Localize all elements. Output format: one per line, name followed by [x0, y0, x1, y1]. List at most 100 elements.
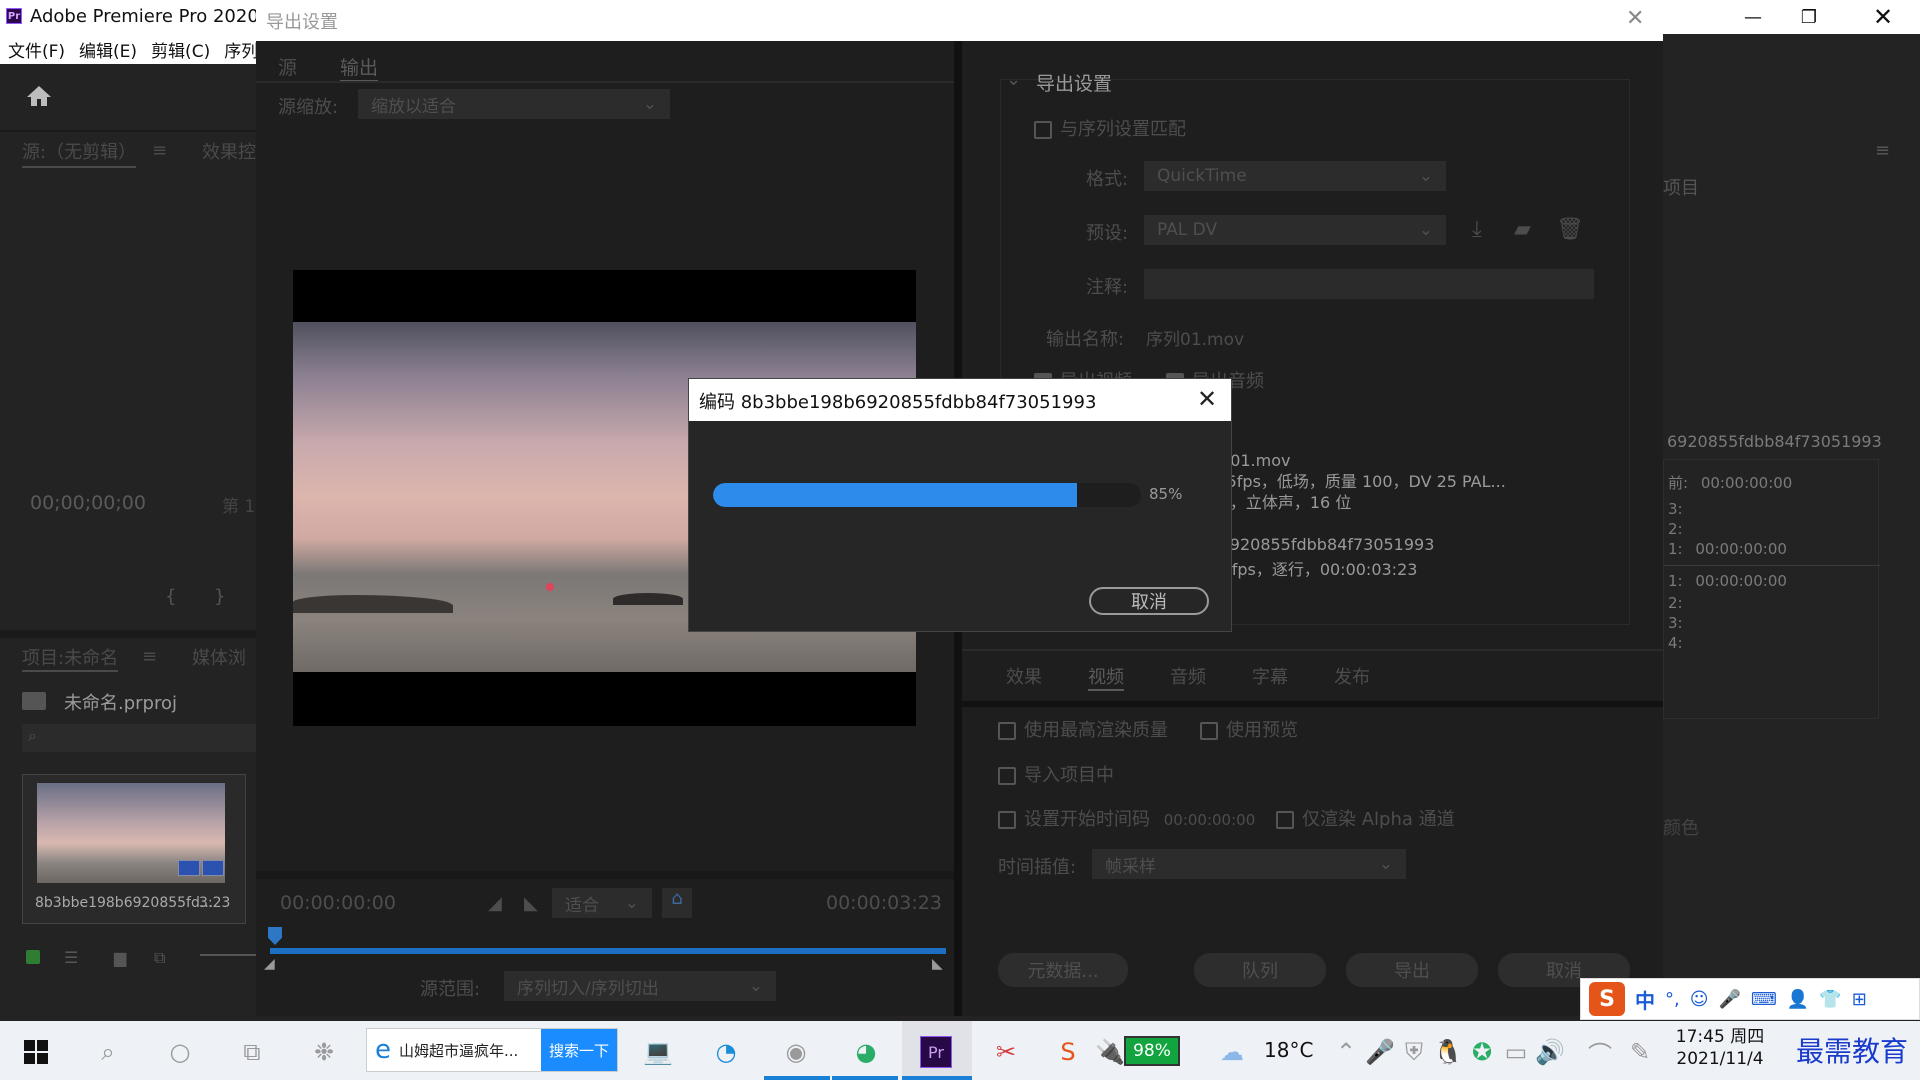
ime-language-toggle[interactable]: 中: [1635, 985, 1655, 1014]
tab-effect-controls[interactable]: 效果控: [202, 138, 256, 164]
timeline-bar[interactable]: [270, 948, 946, 954]
tab-export-output[interactable]: 输出: [340, 53, 379, 82]
tab-video[interactable]: 视频: [1088, 663, 1124, 691]
panel-menu-icon[interactable]: ≡: [152, 140, 167, 161]
out-point-marker[interactable]: ◣: [932, 956, 943, 972]
lock-icon[interactable]: [26, 950, 40, 964]
encoding-cancel-button[interactable]: 取消: [1089, 587, 1209, 615]
sogou-icon[interactable]: S: [1052, 1036, 1084, 1068]
import-project-checkbox[interactable]: 导入项目中: [998, 761, 1114, 787]
icon-view-icon[interactable]: ▆: [114, 948, 126, 967]
step-back-icon[interactable]: ◢: [488, 893, 502, 914]
clock[interactable]: 17:45 周四 2021/11/4: [1670, 1026, 1770, 1070]
menu-clip[interactable]: 剪辑(C): [151, 37, 210, 62]
grid-icon[interactable]: ⊞: [1852, 989, 1867, 1010]
encoding-titlebar: 编码 8b3bbe198b6920855fdbb84f73051993 ✕: [689, 379, 1231, 421]
project-menu-icon[interactable]: ≡: [142, 646, 157, 667]
laptop-icon[interactable]: 💻: [642, 1036, 674, 1068]
emoji-icon[interactable]: ☺: [1690, 989, 1709, 1010]
zoom-slider[interactable]: [200, 954, 256, 956]
close-window-button[interactable]: ✕: [1860, 0, 1906, 34]
right-row: 2:: [1668, 520, 1683, 538]
output-name-link[interactable]: 序列01.mov: [1146, 325, 1244, 350]
tab-publish[interactable]: 发布: [1334, 663, 1370, 689]
collapse-icon[interactable]: ⌄: [1006, 69, 1021, 90]
wechat-icon[interactable]: ◕: [850, 1036, 882, 1068]
chrome-icon[interactable]: ◉: [780, 1036, 812, 1068]
minimize-button[interactable]: —: [1730, 0, 1776, 34]
security-icon[interactable]: ⛨: [1398, 1036, 1430, 1068]
green-app-icon[interactable]: ✪: [1466, 1036, 1498, 1068]
microphone-icon[interactable]: 🎤: [1364, 1036, 1396, 1068]
menu-file[interactable]: 文件(F): [8, 37, 65, 62]
right-panel-menu-icon[interactable]: ≡: [1875, 140, 1890, 161]
windows-start-icon[interactable]: [20, 1036, 52, 1068]
punctuation-icon[interactable]: °,: [1665, 989, 1680, 1010]
comment-input[interactable]: [1144, 269, 1594, 299]
qq-icon[interactable]: 🐧: [1432, 1036, 1464, 1068]
source-scale-dropdown[interactable]: 缩放以适合 ⌄: [358, 89, 670, 119]
tab-effects[interactable]: 效果: [1006, 663, 1042, 689]
encoding-close-icon[interactable]: ✕: [1197, 385, 1217, 413]
battery-tray-icon[interactable]: ▭: [1500, 1036, 1532, 1068]
skin-icon[interactable]: 👕: [1819, 989, 1841, 1010]
pen-icon[interactable]: ✎: [1624, 1036, 1656, 1068]
queue-button[interactable]: 队列: [1194, 953, 1326, 987]
crop-icon[interactable]: ⌂: [662, 888, 692, 918]
cortana-icon[interactable]: ○: [164, 1036, 196, 1068]
in-point-marker[interactable]: ◢: [264, 956, 275, 972]
tab-media-browser[interactable]: 媒体浏: [192, 644, 246, 670]
chevron-down-icon: ⌄: [1418, 166, 1433, 186]
step-forward-icon[interactable]: ◣: [524, 893, 538, 914]
freeform-view-icon[interactable]: ⧉: [154, 948, 165, 968]
weather-icon[interactable]: ☁: [1216, 1036, 1248, 1068]
mark-out-icon[interactable]: }: [214, 586, 225, 607]
tab-export-source[interactable]: 源: [278, 53, 297, 80]
delete-preset-icon[interactable]: 🗑: [1556, 217, 1584, 242]
tab-captions[interactable]: 字幕: [1252, 663, 1288, 689]
user-icon[interactable]: 👤: [1787, 989, 1809, 1010]
search-icon[interactable]: ⌕: [92, 1036, 124, 1068]
volume-icon[interactable]: 🔊: [1534, 1036, 1566, 1068]
list-view-icon[interactable]: ☰: [64, 948, 78, 967]
home-icon[interactable]: [26, 84, 52, 108]
use-preview-checkbox[interactable]: 使用预览: [1200, 716, 1298, 742]
mark-in-icon[interactable]: {: [165, 586, 176, 607]
playhead-marker[interactable]: [268, 927, 282, 945]
alpha-only-checkbox[interactable]: 仅渲染 Alpha 通道: [1276, 805, 1455, 831]
voice-icon[interactable]: 🎤: [1719, 989, 1741, 1010]
battery-indicator[interactable]: 98%: [1124, 1036, 1180, 1066]
maximize-button[interactable]: ❐: [1786, 0, 1832, 34]
wifi-icon[interactable]: ⌒: [1584, 1036, 1616, 1069]
edge-icon[interactable]: ◔: [710, 1036, 742, 1068]
menu-sequence[interactable]: 序列: [224, 37, 258, 62]
weather-temp[interactable]: 18°C: [1264, 1038, 1313, 1062]
project-search-input[interactable]: ⌕: [22, 724, 256, 752]
export-dialog-close-icon[interactable]: ✕: [1626, 6, 1644, 31]
interp-dropdown[interactable]: 帧采样 ⌄: [1092, 849, 1406, 879]
source-range-dropdown[interactable]: 序列切入/序列切出 ⌄: [504, 971, 776, 1001]
fit-dropdown[interactable]: 适合 ⌄: [552, 888, 652, 918]
tab-source[interactable]: 源:（无剪辑）: [22, 138, 137, 168]
app-swirl-icon[interactable]: ❉: [308, 1036, 340, 1068]
snipping-tool-icon[interactable]: ✂: [990, 1036, 1022, 1068]
tab-project[interactable]: 项目:未命名: [22, 644, 119, 672]
preset-dropdown[interactable]: PAL DV ⌄: [1144, 215, 1446, 245]
export-button[interactable]: 导出: [1346, 953, 1478, 987]
start-timecode-checkbox[interactable]: 设置开始时间码 00:00:00:00: [998, 805, 1255, 831]
max-quality-checkbox[interactable]: 使用最高渲染质量: [998, 716, 1168, 742]
task-view-icon[interactable]: ⧉: [236, 1036, 268, 1068]
metadata-button[interactable]: 元数据...: [998, 953, 1128, 987]
browser-search-box[interactable]: e 山姆超市逼疯年... 搜索一下: [366, 1028, 618, 1072]
format-dropdown[interactable]: QuickTime ⌄: [1144, 161, 1446, 191]
import-preset-icon[interactable]: ▰: [1514, 217, 1531, 242]
menu-edit[interactable]: 编辑(E): [79, 37, 137, 62]
match-sequence-checkbox[interactable]: 与序列设置匹配: [1034, 115, 1186, 141]
chevron-up-icon[interactable]: ⌃: [1330, 1036, 1362, 1068]
tab-audio[interactable]: 音频: [1170, 663, 1206, 689]
keyboard-icon[interactable]: ⌨: [1751, 989, 1777, 1010]
clip-thumbnail[interactable]: 8b3bbe198b6920855fd... 3:23: [22, 774, 246, 924]
search-go-button[interactable]: 搜索一下: [540, 1029, 617, 1071]
save-preset-icon[interactable]: ⤓: [1472, 217, 1482, 242]
sogou-logo-icon[interactable]: S: [1589, 982, 1625, 1016]
